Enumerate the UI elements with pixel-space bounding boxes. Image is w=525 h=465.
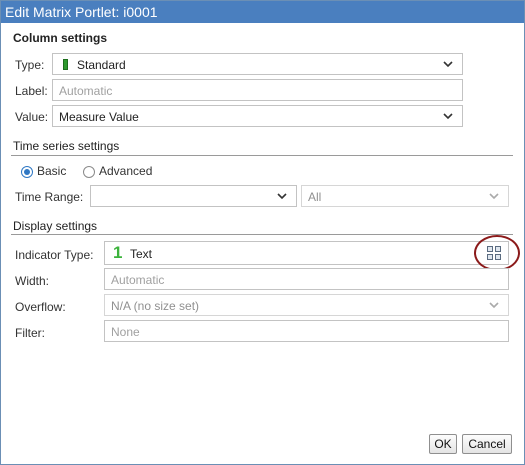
width-placeholder: Automatic [111,273,165,287]
label-placeholder: Automatic [59,84,113,98]
basic-radio[interactable] [21,166,33,178]
advanced-radio[interactable] [83,166,95,178]
width-input[interactable]: Automatic [104,268,509,290]
chevron-down-icon [277,191,287,201]
label-label: Label: [15,84,48,98]
basic-label: Basic [37,164,67,178]
chevron-down-icon [443,59,453,69]
indicator-type-field[interactable]: 1 Text [104,241,509,265]
chevron-down-icon [489,191,499,201]
overflow-label: Overflow: [15,300,66,314]
filter-label: Filter: [15,326,45,340]
overflow-value: N/A (no size set) [111,299,200,313]
type-label: Type: [15,58,45,72]
time-range-label: Time Range: [15,190,84,204]
indicator-value: Text [130,247,153,261]
time-range-select[interactable] [90,185,297,207]
time-range-secondary-select[interactable]: All [301,185,509,207]
indicator-glyph: 1 [113,243,123,262]
overflow-select[interactable]: N/A (no size set) [104,294,509,316]
ok-button[interactable]: OK [429,434,457,454]
label-input[interactable]: Automatic [52,79,463,101]
chevron-down-icon [489,300,499,310]
column-settings-heading: Column settings [13,31,108,45]
advanced-label: Advanced [99,164,153,178]
standard-icon [63,59,68,70]
type-value: Standard [77,58,126,72]
display-settings-heading: Display settings [13,219,98,233]
highlight-circle [474,235,520,271]
dialog-title: Edit Matrix Portlet: i0001 [1,1,524,23]
chevron-down-icon [443,111,453,121]
edit-matrix-portlet-dialog: Edit Matrix Portlet: i0001 Column settin… [0,0,525,465]
width-label: Width: [15,274,50,288]
filter-input[interactable]: None [104,320,509,342]
filter-placeholder: None [111,325,140,339]
section-divider [11,155,513,156]
indicator-type-label: Indicator Type: [15,248,94,262]
secondary-value: All [308,190,322,204]
cancel-button[interactable]: Cancel [462,434,512,454]
value-value: Measure Value [59,110,139,124]
section-divider [11,234,513,235]
value-select[interactable]: Measure Value [52,105,463,127]
type-select[interactable]: Standard [52,53,463,75]
time-series-heading: Time series settings [13,139,120,153]
value-label: Value: [15,110,49,124]
